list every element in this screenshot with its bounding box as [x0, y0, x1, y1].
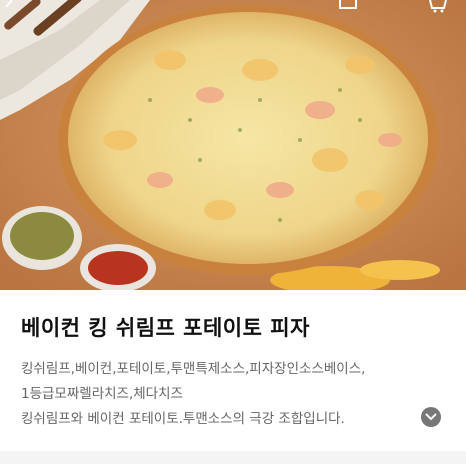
chevron-left-icon[interactable] — [2, 0, 26, 14]
pizza-photo — [0, 0, 466, 290]
product-title: 베이컨 킹 쉬림프 포테이토 피자 — [21, 316, 310, 340]
section-divider — [0, 451, 466, 464]
product-info: 베이컨 킹 쉬림프 포테이토 피자 킹쉬림프,베이컨,포테이토,투맨특제소스,피… — [0, 290, 466, 464]
description-fade — [360, 403, 420, 427]
product-description: 킹쉬림프와 베이컨 포테이토.투맨소스의 극강 조합입니다. — [21, 411, 345, 427]
chevron-down-icon — [425, 413, 437, 421]
expand-description-button[interactable] — [421, 407, 441, 427]
share-icon[interactable] — [336, 0, 360, 14]
product-image — [0, 0, 466, 290]
ingredients-line-1: 킹쉬림프,베이컨,포테이토,투맨특제소스,피자장인소스베이스, — [21, 361, 366, 377]
ingredients-line-2: 1등급모짜렐라치즈,체다치즈 — [21, 386, 183, 402]
cart-icon[interactable] — [426, 0, 450, 14]
